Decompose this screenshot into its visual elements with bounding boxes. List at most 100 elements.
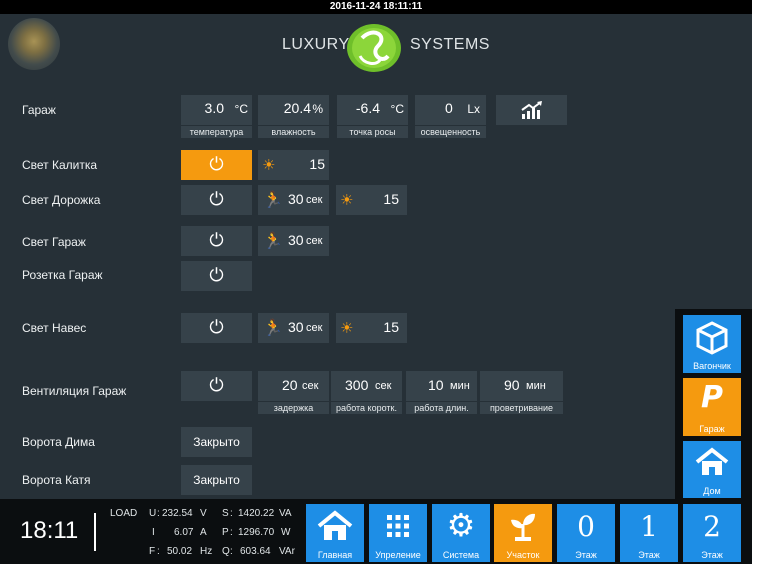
svet-naves-label: Свет Навес xyxy=(22,321,87,335)
nav-uchastok[interactable]: Участок xyxy=(494,504,552,562)
floor-2-number: 2 xyxy=(703,510,721,543)
nav-glavnaya[interactable]: Главная xyxy=(306,504,364,562)
ventilation-long-value: 10 xyxy=(428,377,444,393)
side-nav-garazh-label: Гараж xyxy=(699,424,725,434)
q-label: Q xyxy=(222,546,230,557)
svet-dorozhka-label: Свет Дорожка xyxy=(22,193,101,207)
logo-right-text: SYSTEMS xyxy=(410,36,490,53)
sun-icon: ☀ xyxy=(340,191,354,209)
gear-icon: ⚙ xyxy=(446,506,476,544)
power-icon: ⏻ xyxy=(209,230,224,251)
nav-floor-0-label: Этаж xyxy=(575,550,597,560)
s-value: 1420.22 xyxy=(238,508,275,519)
vorota-katya-label: Ворота Катя xyxy=(22,473,91,487)
ventilation-power-button[interactable]: ⏻ xyxy=(181,371,252,401)
dew-point-unit: °C xyxy=(390,102,404,116)
nav-floor-1-label: Этаж xyxy=(638,550,660,560)
ventilation-short-value: 300 xyxy=(345,377,369,393)
p-label: P xyxy=(222,527,229,538)
svet-dorozhka-power-button[interactable]: ⏻ xyxy=(181,185,252,215)
humidity-tile: 20.4 % xyxy=(258,95,329,125)
vorota-dima-button[interactable]: Закрыто xyxy=(181,427,252,457)
svet-kalitka-brightness-value: 15 xyxy=(309,156,325,172)
ventilation-airing[interactable]: 90 мин xyxy=(480,371,563,401)
temperature-tile: 3.0 °C xyxy=(181,95,252,125)
svet-naves-motion-timer[interactable]: 🏃 30 сек xyxy=(258,313,329,343)
ventilation-delay-unit: сек xyxy=(302,380,319,392)
humidity-unit: % xyxy=(312,102,323,116)
sprout-icon xyxy=(511,513,535,541)
illuminance-unit: Lx xyxy=(467,102,480,116)
dew-point-tile: -6.4 °C xyxy=(337,95,408,125)
svet-garazh-motion-value: 30 xyxy=(288,232,304,248)
user-avatar[interactable] xyxy=(8,18,60,70)
humidity-caption: влажность xyxy=(258,126,329,138)
ventilation-long[interactable]: 10 мин xyxy=(406,371,477,401)
u-colon: : xyxy=(157,508,160,519)
side-nav-dom-label: Дом xyxy=(703,486,721,496)
side-nav-garazh[interactable]: P Гараж xyxy=(683,378,741,436)
cube-icon xyxy=(696,321,728,355)
nav-upravlenie[interactable]: Упрeление xyxy=(369,504,427,562)
svet-dorozhka-motion-unit: сек xyxy=(306,194,323,206)
clock: 18:11 xyxy=(20,517,79,544)
chart-button[interactable] xyxy=(496,95,567,125)
chart-trend-icon xyxy=(521,101,542,119)
power-icon: ⏻ xyxy=(209,375,224,396)
grid-icon xyxy=(387,515,409,537)
ventilation-airing-value: 90 xyxy=(504,377,520,393)
svet-naves-brightness[interactable]: ☀ 15 xyxy=(336,313,407,343)
running-man-icon: 🏃 xyxy=(263,190,283,209)
nav-floor-1[interactable]: 1 Этаж xyxy=(620,504,678,562)
nav-floor-2[interactable]: 2 Этаж xyxy=(683,504,741,562)
ventilation-short[interactable]: 300 сек xyxy=(331,371,402,401)
power-icon: ⏻ xyxy=(209,189,224,210)
datetime-bar: 2016-11-24 18:11:11 xyxy=(0,0,752,14)
svet-dorozhka-brightness[interactable]: ☀ 15 xyxy=(336,185,407,215)
nav-sistema[interactable]: ⚙ Система xyxy=(432,504,490,562)
svet-naves-power-button[interactable]: ⏻ xyxy=(181,313,252,343)
power-icon: ⏻ xyxy=(209,154,224,175)
floor-0-number: 0 xyxy=(577,510,595,543)
svet-garazh-power-button[interactable]: ⏻ xyxy=(181,226,252,256)
garage-sensor-label: Гараж xyxy=(22,103,56,117)
svet-dorozhka-motion-timer[interactable]: 🏃 30 сек xyxy=(258,185,329,215)
vorota-katya-state: Закрыто xyxy=(193,473,240,487)
ventilation-delay[interactable]: 20 сек xyxy=(258,371,329,401)
nav-floor-0[interactable]: 0 Этаж xyxy=(557,504,615,562)
vorota-katya-button[interactable]: Закрыто xyxy=(181,465,252,495)
q-unit: VAr xyxy=(279,546,295,557)
svet-naves-brightness-value: 15 xyxy=(383,319,399,335)
humidity-value: 20.4 xyxy=(283,100,311,116)
house-icon xyxy=(695,447,729,475)
f-unit: Hz xyxy=(200,546,213,557)
side-nav-dom[interactable]: Дом xyxy=(683,441,741,498)
svet-garazh-motion-unit: сек xyxy=(306,235,323,247)
illuminance-caption: освещенность xyxy=(415,126,486,138)
s-unit: VA xyxy=(279,508,292,519)
running-man-icon: 🏃 xyxy=(263,231,283,250)
svet-garazh-motion-timer[interactable]: 🏃 30 сек xyxy=(258,226,329,256)
vorota-dima-state: Закрыто xyxy=(193,435,240,449)
ventilation-delay-value: 20 xyxy=(282,377,298,393)
i-unit: A xyxy=(200,527,207,538)
nav-uchastok-label: Участок xyxy=(506,550,540,560)
rozetka-garazh-power-button[interactable]: ⏻ xyxy=(181,261,252,291)
side-nav-vagonchik-label: Вагончик xyxy=(693,361,731,371)
nav-sistema-label: Система xyxy=(442,550,480,560)
logo-left-text: LUXURY xyxy=(282,36,350,53)
s-colon: : xyxy=(230,508,233,519)
svet-kalitka-power-button[interactable]: ⏻ xyxy=(181,150,252,180)
sun-icon: ☀ xyxy=(340,319,354,337)
side-nav-vagonchik[interactable]: Вагончик xyxy=(683,315,741,373)
dew-point-caption: точка росы xyxy=(337,126,408,138)
rozetka-garazh-label: Розетка Гараж xyxy=(22,268,103,282)
q-value: 603.64 xyxy=(240,546,271,557)
ventilation-short-unit: сек xyxy=(375,380,392,392)
svet-kalitka-label: Свет Калитка xyxy=(22,158,98,172)
clock-divider xyxy=(94,513,96,551)
svet-kalitka-brightness[interactable]: ☀ 15 xyxy=(258,150,329,180)
ventilation-long-caption: работа длин. xyxy=(406,402,477,414)
parking-p-icon: P xyxy=(701,380,723,415)
power-icon: ⏻ xyxy=(209,317,224,338)
